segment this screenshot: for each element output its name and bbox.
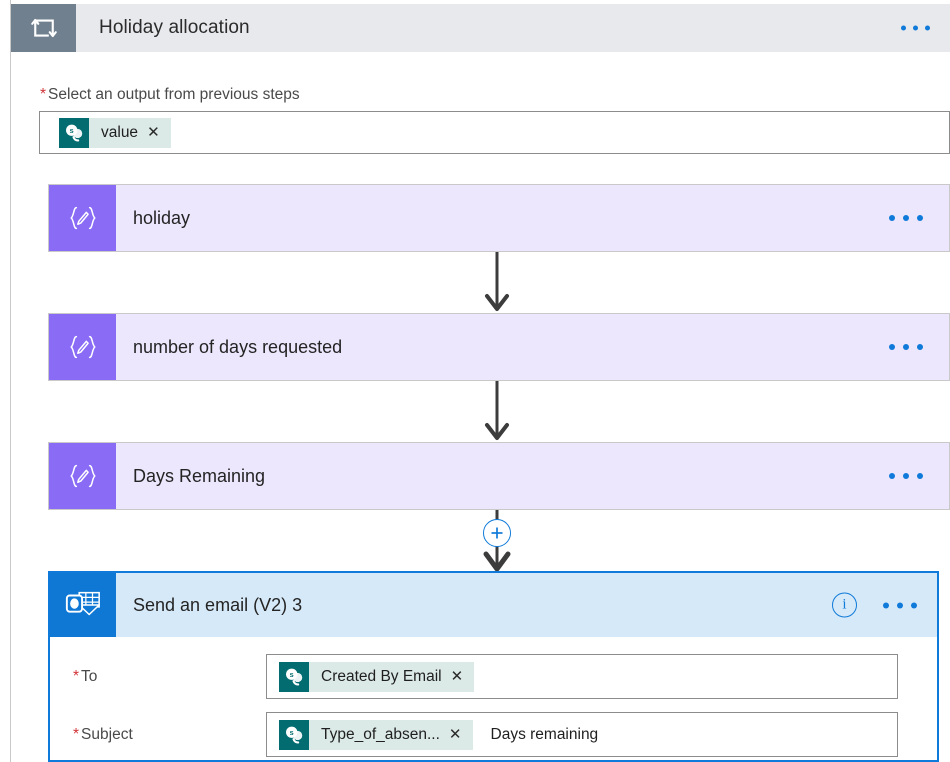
action-card-title: Days Remaining	[133, 465, 266, 486]
ellipsis-dot	[913, 25, 918, 31]
subject-plain-text: Days remaining	[490, 725, 599, 743]
loop-repeat-icon	[11, 4, 76, 52]
ellipsis-dot	[889, 473, 895, 479]
sharepoint-icon: s	[279, 661, 309, 692]
ellipsis-dot	[917, 215, 923, 221]
outlook-icon	[50, 573, 116, 637]
subject-field-label-text: Subject	[81, 725, 133, 743]
ellipsis-dot	[903, 344, 909, 350]
subject-field-input[interactable]: s Type_of_absen... ✕ Days remaining	[266, 712, 898, 757]
apply-to-each-container: Holiday allocation * Select an output fro…	[10, 0, 950, 762]
ellipsis-dot	[903, 473, 909, 479]
send-an-email-header-actions: i	[832, 592, 919, 618]
ellipsis-dot	[917, 473, 923, 479]
action-card-days-remaining[interactable]: Days Remaining	[48, 442, 950, 510]
add-step-button[interactable]	[483, 519, 511, 547]
token-remove-icon[interactable]: ✕	[446, 727, 473, 742]
action-card-menu-button[interactable]	[885, 337, 927, 357]
ellipsis-dot	[883, 602, 889, 608]
form-row-to: * To s Created By Email ✕	[50, 654, 937, 699]
token-created-by-email[interactable]: s Created By Email ✕	[279, 661, 475, 692]
token-value[interactable]: s value ✕	[59, 117, 171, 148]
ellipsis-dot	[889, 344, 895, 350]
connector-arrow	[485, 381, 509, 440]
output-select-input[interactable]: s value ✕	[39, 111, 950, 154]
token-label: value	[101, 123, 139, 141]
ellipsis-dot	[925, 25, 930, 31]
output-field-label: * Select an output from previous steps	[40, 86, 300, 104]
ellipsis-dot	[903, 215, 909, 221]
sharepoint-icon: s	[59, 117, 89, 148]
action-card-menu-button[interactable]	[885, 466, 927, 486]
output-field-label-text: Select an output from previous steps	[48, 86, 300, 103]
apply-to-each-header[interactable]: Holiday allocation	[11, 4, 950, 52]
subject-field-label: * Subject	[73, 726, 133, 744]
apply-to-each-menu-button[interactable]	[897, 20, 934, 37]
token-type-of-absence[interactable]: s Type_of_absen... ✕	[279, 719, 473, 750]
sharepoint-icon: s	[279, 719, 309, 750]
form-row-subject: * Subject s Type_of_absen... ✕ Days rema…	[50, 712, 937, 757]
action-card-holiday[interactable]: holiday	[48, 184, 950, 252]
ellipsis-dot	[917, 344, 923, 350]
token-remove-icon[interactable]: ✕	[448, 669, 475, 684]
ellipsis-dot	[889, 215, 895, 221]
connector-arrow	[485, 252, 509, 311]
token-label: Type_of_absen...	[321, 725, 440, 743]
action-card-title: number of days requested	[133, 336, 343, 357]
send-an-email-menu-button[interactable]	[881, 595, 919, 615]
info-icon[interactable]: i	[832, 592, 857, 618]
flow-designer-canvas: Holiday allocation * Select an output fro…	[0, 0, 950, 762]
send-an-email-title: Send an email (V2) 3	[133, 594, 303, 615]
ellipsis-dot	[911, 602, 917, 608]
ellipsis-dot	[897, 602, 903, 608]
plus-icon	[491, 527, 503, 539]
action-card-number-of-days-requested[interactable]: number of days requested	[48, 313, 950, 381]
token-label: Created By Email	[321, 667, 442, 685]
to-field-label: * To	[73, 668, 97, 686]
required-asterisk: *	[40, 86, 47, 103]
required-asterisk: *	[73, 667, 80, 685]
apply-to-each-title: Holiday allocation	[99, 17, 250, 38]
compose-variable-icon	[49, 314, 116, 380]
required-asterisk: *	[73, 725, 80, 743]
compose-variable-icon	[49, 443, 116, 509]
action-card-menu-button[interactable]	[885, 208, 927, 228]
action-card-send-an-email[interactable]: Send an email (V2) 3 i * To s Created By…	[48, 571, 939, 762]
send-an-email-header[interactable]: Send an email (V2) 3 i	[50, 573, 937, 637]
ellipsis-dot	[901, 25, 906, 31]
to-field-label-text: To	[81, 667, 98, 685]
to-field-input[interactable]: s Created By Email ✕	[266, 654, 898, 699]
token-remove-icon[interactable]: ✕	[144, 125, 171, 140]
compose-variable-icon	[49, 185, 116, 251]
action-card-title: holiday	[133, 207, 191, 228]
